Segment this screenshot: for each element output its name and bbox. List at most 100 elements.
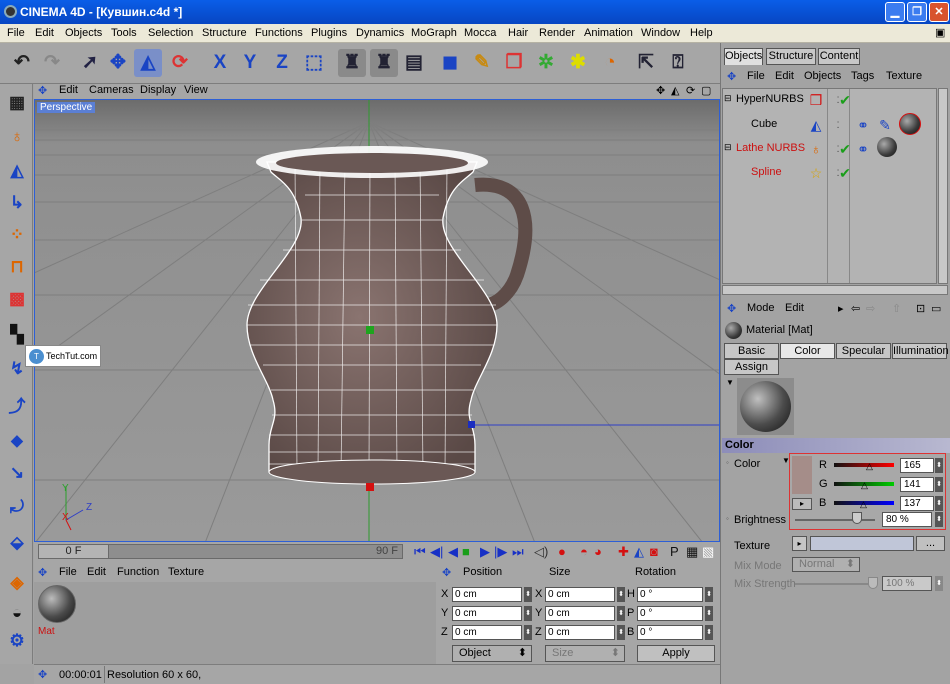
- sound-icon[interactable]: ◁): [534, 544, 548, 560]
- object-menu-texture[interactable]: Texture: [886, 70, 922, 82]
- color-swatch[interactable]: [792, 456, 812, 494]
- render-picture-viewer-icon[interactable]: ♜: [370, 49, 398, 77]
- menu-render[interactable]: Render: [539, 27, 575, 39]
- mix-strength-stepper[interactable]: ⬍: [935, 576, 943, 591]
- menu-tools[interactable]: Tools: [111, 27, 137, 39]
- material-menu-texture[interactable]: Texture: [168, 566, 204, 578]
- timeline-current-frame[interactable]: 0 F: [39, 545, 109, 558]
- tab-assign[interactable]: Assign: [724, 359, 779, 375]
- color-mode-button[interactable]: ▸: [792, 498, 812, 510]
- coordinates-pin-icon[interactable]: ✥: [442, 566, 451, 579]
- brightness-slider[interactable]: [795, 519, 875, 521]
- keyframe-selection-icon[interactable]: ◕: [594, 544, 602, 559]
- render-settings-icon[interactable]: ▤: [400, 49, 428, 77]
- material-menu-function[interactable]: Function: [117, 566, 159, 578]
- viewport-menu-view[interactable]: View: [184, 84, 208, 96]
- pos-x-stepper[interactable]: ⬍: [524, 587, 532, 602]
- size-mode-select[interactable]: Size ⬍: [545, 645, 625, 662]
- material-pin-icon[interactable]: ✥: [38, 566, 47, 579]
- b-slider-handle[interactable]: △: [860, 499, 867, 510]
- object-axis-icon[interactable]: ↳: [4, 190, 30, 216]
- enable-axis-icon[interactable]: ⬙: [4, 530, 30, 556]
- menu-structure[interactable]: Structure: [202, 27, 247, 39]
- brightness-slider-handle[interactable]: [852, 512, 862, 524]
- rot-p-stepper[interactable]: ⬍: [705, 606, 713, 621]
- timeline-options-icon[interactable]: ▧: [702, 544, 714, 560]
- restore-document-icon[interactable]: ▣: [935, 26, 945, 39]
- close-button[interactable]: ✕: [929, 2, 949, 22]
- tab-objects[interactable]: Objects: [724, 48, 763, 65]
- mix-strength-slider-handle[interactable]: [868, 577, 878, 589]
- pos-z-field[interactable]: 0 cm: [452, 625, 522, 640]
- coordinate-mode-select[interactable]: Object ⬍: [452, 645, 532, 662]
- pos-z-stepper[interactable]: ⬍: [524, 625, 532, 640]
- mix-mode-select[interactable]: Normal ⬍: [792, 557, 860, 572]
- polygons-mode-icon[interactable]: ▩: [4, 286, 30, 312]
- material-menu-edit[interactable]: Edit: [87, 566, 106, 578]
- tab-specular[interactable]: Specular: [836, 343, 891, 359]
- cube-primitive-icon[interactable]: ◼: [436, 49, 464, 77]
- size-z-field[interactable]: 0 cm: [545, 625, 615, 640]
- phong-tag-icon[interactable]: ✎: [877, 117, 893, 133]
- pos-y-stepper[interactable]: ⬍: [524, 606, 532, 621]
- material-tag-icon[interactable]: [877, 137, 897, 157]
- object-menu-tags[interactable]: Tags: [851, 70, 874, 82]
- viewport-menu-display[interactable]: Display: [140, 84, 176, 96]
- menu-dynamics[interactable]: Dynamics: [356, 27, 404, 39]
- menu-hair[interactable]: Hair: [508, 27, 528, 39]
- collapse-icon[interactable]: ⊟: [724, 142, 732, 153]
- select-visible-icon[interactable]: ◈: [4, 570, 30, 596]
- r-slider[interactable]: [834, 463, 894, 467]
- enabled-check-icon[interactable]: ✔: [837, 165, 853, 181]
- material-preview[interactable]: [737, 378, 794, 435]
- rot-b-stepper[interactable]: ⬍: [705, 625, 713, 640]
- go-to-end-icon[interactable]: ⏭: [512, 544, 524, 560]
- apply-button[interactable]: Apply: [637, 645, 715, 662]
- tab-structure[interactable]: Structure: [766, 48, 816, 65]
- r-stepper[interactable]: ⬍: [935, 458, 943, 473]
- g-stepper[interactable]: ⬍: [935, 477, 943, 492]
- viewport-rotate-icon[interactable]: ⟳: [686, 84, 695, 97]
- object-tree[interactable]: ⊟ HyperNURBS ❒ ⁚ ✔ Cube ◭ ⁚ ⚭ ✎ ⊟ Lathe …: [722, 88, 937, 284]
- rot-p-field[interactable]: 0 °: [637, 606, 703, 621]
- tweak-mode-icon[interactable]: ⬥: [4, 428, 30, 454]
- object-cube[interactable]: Cube: [751, 118, 777, 130]
- play-icon[interactable]: ▸: [838, 302, 844, 315]
- size-x-stepper[interactable]: ⬍: [617, 587, 625, 602]
- r-value-field[interactable]: 165: [900, 458, 934, 473]
- x-axis-icon[interactable]: X: [206, 49, 234, 77]
- pos-y-field[interactable]: 0 cm: [452, 606, 522, 621]
- autokey-icon[interactable]: ◓: [580, 544, 588, 559]
- mix-strength-slider[interactable]: [795, 583, 875, 585]
- back-arrow-icon[interactable]: ⇦: [851, 302, 860, 315]
- menu-window[interactable]: Window: [641, 27, 680, 39]
- b-value-field[interactable]: 137: [900, 496, 934, 511]
- edit-mode-icon[interactable]: ♁: [4, 124, 30, 150]
- y-axis-icon[interactable]: Y: [236, 49, 264, 77]
- texture-field[interactable]: [810, 536, 914, 551]
- redo-icon[interactable]: ↷: [38, 49, 66, 77]
- go-to-start-icon[interactable]: ⏮: [414, 544, 426, 560]
- bodypaint-icon[interactable]: ⚙: [4, 628, 30, 654]
- object-pin-icon[interactable]: ✥: [727, 70, 736, 83]
- texture-tag-icon[interactable]: ⚭: [855, 117, 871, 133]
- b-stepper[interactable]: ⬍: [935, 496, 943, 511]
- position-key-icon[interactable]: ✚: [618, 544, 629, 560]
- render-view-icon[interactable]: ♜: [338, 49, 366, 77]
- g-slider-handle[interactable]: △: [861, 480, 868, 491]
- pla-key-icon[interactable]: ▦: [686, 544, 698, 560]
- r-slider-handle[interactable]: △: [866, 461, 873, 472]
- perspective-viewport[interactable]: Perspective Y Z X: [34, 99, 720, 542]
- lock-icon[interactable]: ⊡: [916, 302, 925, 315]
- brightness-stepper[interactable]: ⬍: [935, 512, 943, 527]
- scale-key-icon[interactable]: ◭: [634, 544, 644, 560]
- rot-h-stepper[interactable]: ⬍: [705, 587, 713, 602]
- spline-pen-icon[interactable]: ✎: [468, 49, 496, 77]
- next-key-icon[interactable]: |▶: [494, 544, 507, 560]
- tab-basic[interactable]: Basic: [724, 343, 779, 359]
- enabled-check-icon[interactable]: ✔: [837, 92, 853, 108]
- collapse-icon[interactable]: ⊟: [724, 93, 732, 104]
- viewport-pin-icon[interactable]: ✥: [38, 84, 47, 97]
- z-axis-icon[interactable]: Z: [268, 49, 296, 77]
- size-y-stepper[interactable]: ⬍: [617, 606, 625, 621]
